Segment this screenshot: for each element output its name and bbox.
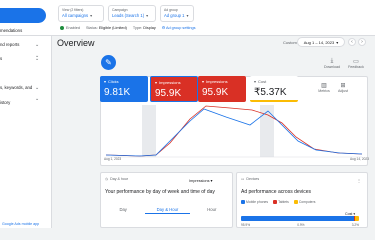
top-bar: View (2 filters) All campaigns ▾ Campaign…: [0, 0, 375, 36]
chevron-down-icon: ⌄: [35, 42, 40, 48]
ad-group-selector[interactable]: Ad group Ad group 1 ▾: [160, 5, 194, 22]
day-hour-tabs: Day Day & Hour Hour: [101, 205, 234, 214]
dropdown-icon: ▾: [155, 80, 158, 85]
metric-value: ₹5.37K: [254, 87, 287, 98]
metric-card-impressions-compare[interactable]: ▾ Impressions 95.9K: [198, 76, 246, 102]
metrics-button[interactable]: ▥ Metrics: [316, 82, 332, 93]
share-label-mobile: 95.9%: [241, 223, 251, 227]
view-selector-label: View (2 filters): [62, 8, 84, 12]
bar-chart-icon: ▥: [321, 83, 327, 89]
pencil-icon: ✎: [105, 58, 112, 67]
nav-item-recommendations[interactable]: mendations: [0, 28, 52, 36]
share-label-tablets: 0.9%: [297, 223, 305, 227]
nav-item-audiences-keywords[interactable]: s, keywords, and ⌄: [0, 85, 52, 93]
enabled-status[interactable]: Enabled: [60, 25, 80, 30]
campaign-selector-value: Leads (Search 1): [112, 13, 145, 18]
side-nav: mendations nd reports ⌄ ⌄ s ⌄ s, keywords,…: [0, 28, 52, 228]
devices-legend: Mobile phones Tablets Computers: [241, 200, 315, 205]
devices-more-button[interactable]: ⋮: [357, 178, 361, 183]
legend-item[interactable]: Tablets: [273, 200, 289, 205]
ad-group-selector-label: Ad group: [164, 8, 178, 12]
ad-group-settings-link[interactable]: ⚙ Ad group settings: [162, 25, 196, 30]
metric-value: 9.81K: [104, 87, 131, 98]
feedback-button[interactable]: ▭ Feedback: [348, 58, 364, 69]
metric-card-clicks[interactable]: ▾ Clicks 9.81K: [100, 76, 148, 102]
download-icon: ⤓: [330, 58, 334, 64]
metric-card-impressions[interactable]: ▾ Impressions 95.9K: [150, 76, 198, 102]
campaign-selector[interactable]: Campaign Leads (Search 1) ▾: [108, 5, 156, 22]
chevron-down-icon: ▾: [336, 39, 339, 45]
chevron-down-icon: ▾: [146, 13, 149, 18]
weekend-shade: [142, 105, 156, 157]
nav-item-change-history[interactable]: istory: [0, 100, 52, 108]
ad-group-selector-value: Ad group 1: [164, 13, 185, 18]
chevron-down-icon: ⌄: [35, 56, 40, 62]
legend-item[interactable]: Mobile phones: [241, 200, 268, 205]
dropdown-icon: ▾: [202, 79, 205, 84]
download-button[interactable]: ⤓ Download: [324, 58, 340, 69]
metric-value: 95.9K: [155, 88, 182, 99]
campaign-selector-label: Campaign: [112, 8, 128, 12]
dropdown-icon: ▾: [104, 79, 107, 84]
edit-fab-button[interactable]: ✎: [101, 55, 116, 70]
view-selector[interactable]: View (2 filters) All campaigns ▾: [58, 5, 104, 22]
tab-hour[interactable]: Hour: [190, 205, 234, 214]
metric-card-cost[interactable]: ▾ Cost ₹5.37K: [250, 76, 298, 102]
day-hour-metric-select[interactable]: Impressions ▾: [189, 178, 212, 183]
x-axis-end-label: Aug 14, 2023: [350, 157, 369, 161]
status-info: Status: Eligible (Limited): [85, 25, 127, 30]
card-title: Your performance by day of week and time…: [105, 189, 215, 195]
legend-item[interactable]: Computers: [293, 200, 315, 205]
device-share-bar: [241, 216, 359, 221]
previous-period-button[interactable]: ‹: [348, 38, 356, 46]
clock-icon: ◷: [105, 177, 109, 181]
chevron-down-icon: ⌄: [35, 85, 40, 91]
dropdown-icon: ▾: [254, 79, 257, 84]
date-range-picker[interactable]: Aug 1 – 14, 2023 ▾: [297, 37, 345, 47]
metric-value: 95.9K: [202, 87, 229, 98]
day-hour-card: ◷ Day & hour Impressions ▾ Your performan…: [100, 172, 233, 228]
card-header: ▭ Devices: [241, 177, 260, 181]
page-title: Overview: [57, 38, 95, 48]
feedback-icon: ▭: [353, 59, 359, 65]
tab-day[interactable]: Day: [101, 205, 145, 214]
mobile-app-link[interactable]: Google Ads mobile app: [0, 222, 52, 228]
share-segment-computers: [355, 216, 359, 221]
devices-icon: ▭: [241, 177, 245, 181]
share-label-computers: 3.2%: [351, 223, 359, 227]
type-info: Type: Display: [132, 25, 156, 30]
status-row: Enabled Status: Eligible (Limited) Type:…: [60, 25, 196, 30]
devices-card: ▭ Devices ⋮ Ad performance across devices…: [236, 172, 368, 228]
card-header: ◷ Day & hour: [105, 177, 129, 181]
status-dot-icon: [60, 25, 64, 30]
nav-item-insights-reports[interactable]: nd reports ⌄: [0, 42, 52, 50]
performance-line-chart: [105, 105, 363, 158]
card-title: Ad performance across devices: [241, 189, 312, 195]
x-axis-start-label: Aug 1, 2023: [104, 157, 122, 161]
share-segment-mobile: [241, 216, 355, 221]
view-selector-value: All campaigns: [62, 13, 89, 18]
chevron-down-icon: ▾: [186, 13, 189, 18]
nav-item-assets[interactable]: s ⌄: [0, 56, 52, 64]
adjust-button[interactable]: ⊞ Adjust: [335, 82, 351, 93]
next-period-button[interactable]: ›: [358, 38, 366, 46]
chevron-down-icon: ▾: [90, 13, 93, 18]
device-share-labels: 95.9% 0.9% 3.2%: [241, 223, 359, 227]
adjust-icon: ⊞: [340, 83, 346, 89]
date-range-type: Custom: [283, 40, 297, 45]
create-button[interactable]: [0, 8, 46, 23]
tab-day-hour[interactable]: Day & Hour: [145, 205, 190, 214]
